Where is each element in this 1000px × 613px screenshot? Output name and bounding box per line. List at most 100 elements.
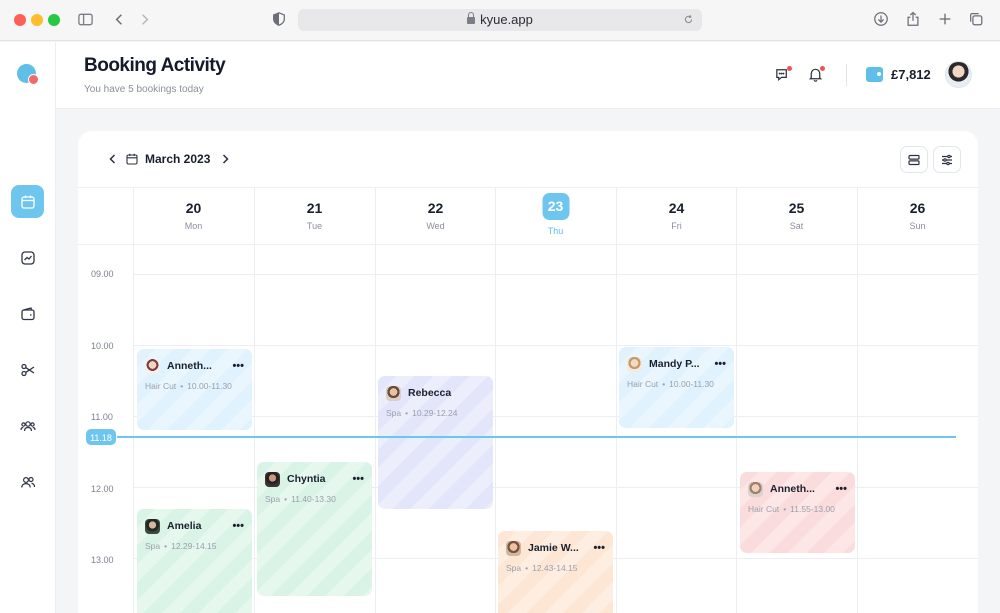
day-header-sat[interactable]: 25 Sat — [736, 188, 857, 246]
page-subtitle: You have 5 bookings today — [84, 84, 204, 95]
client-name: Anneth... — [770, 483, 815, 495]
nav-staff[interactable] — [11, 465, 44, 498]
time-label: 12.00 — [91, 484, 114, 494]
next-month-icon[interactable] — [218, 152, 232, 166]
minimize-window-button[interactable] — [31, 14, 43, 26]
booking-card[interactable]: Anneth... ••• Hair Cut • 11.55-13.00 — [740, 472, 855, 553]
app-logo[interactable] — [17, 64, 39, 85]
day-header-mon[interactable]: 20 Mon — [133, 188, 254, 246]
separator: • — [662, 379, 666, 389]
grid-column-line — [616, 187, 617, 613]
time-label: 09.00 — [91, 269, 114, 279]
client-name: Mandy P... — [649, 358, 700, 370]
sidebar-toggle-icon[interactable] — [76, 11, 94, 29]
messages-button[interactable] — [774, 66, 792, 84]
grid-column-line — [857, 187, 858, 613]
nav-analytics[interactable] — [11, 241, 44, 274]
booking-time: 10.00-11.30 — [187, 381, 232, 391]
booking-time: 10.29-12.24 — [412, 408, 458, 418]
client-avatar — [748, 481, 763, 497]
client-avatar — [145, 518, 160, 534]
calendar-card: March 2023 20 Mon 21 Tue 22 Wed 23 Thu 2… — [78, 131, 978, 613]
wallet-balance[interactable]: £7,812 — [891, 67, 931, 82]
more-options-icon[interactable]: ••• — [593, 543, 605, 554]
calendar-small-icon — [126, 153, 138, 165]
more-options-icon[interactable]: ••• — [232, 521, 244, 532]
time-label: 10.00 — [91, 341, 114, 351]
grid-column-line — [495, 187, 496, 613]
service-type: Spa — [145, 541, 161, 551]
reload-icon[interactable] — [683, 9, 694, 32]
nav-wallet[interactable] — [11, 297, 44, 330]
booking-card[interactable]: Anneth... ••• Hair Cut • 10.00-11.30 — [137, 349, 252, 430]
booking-card[interactable]: Mandy P... ••• Hair Cut • 10.00-11.30 — [619, 347, 734, 428]
client-avatar — [627, 356, 642, 372]
client-avatar — [265, 471, 280, 487]
separator: • — [164, 541, 168, 551]
sliders-icon — [942, 154, 952, 165]
wallet-balance-icon — [866, 67, 883, 82]
group-icon — [19, 420, 36, 431]
grid-hour-line — [133, 274, 978, 275]
close-window-button[interactable] — [14, 14, 26, 26]
header-divider — [846, 64, 847, 86]
day-name: Sat — [789, 221, 804, 231]
separator: • — [284, 494, 288, 504]
view-toggle-button[interactable] — [900, 146, 928, 173]
maximize-window-button[interactable] — [48, 14, 60, 26]
forward-icon[interactable] — [135, 11, 153, 29]
prev-month-icon[interactable] — [106, 152, 120, 166]
new-tab-icon[interactable] — [936, 11, 954, 29]
more-options-icon[interactable]: ••• — [714, 359, 726, 370]
filter-button[interactable] — [933, 146, 961, 173]
month-label[interactable]: March 2023 — [145, 152, 210, 166]
wallet-icon — [20, 306, 35, 320]
address-bar[interactable]: kyue.app — [298, 9, 702, 31]
day-header-wed[interactable]: 22 Wed — [375, 188, 496, 246]
day-name: Tue — [306, 221, 323, 231]
calendar-grid[interactable]: 09.00 10.00 11.00 12.00 13.00 Anneth... … — [78, 187, 978, 613]
separator: • — [525, 563, 529, 573]
booking-card[interactable]: Rebecca Spa • 10.29-12.24 — [378, 376, 493, 509]
day-header-fri[interactable]: 24 Fri — [616, 188, 737, 246]
share-icon[interactable] — [904, 11, 922, 29]
more-options-icon[interactable]: ••• — [232, 361, 244, 372]
client-name: Jamie W... — [528, 542, 579, 554]
nav-customers[interactable] — [11, 409, 44, 442]
nav-services[interactable] — [11, 353, 44, 386]
calendar-icon — [20, 195, 35, 209]
download-icon[interactable] — [872, 11, 890, 29]
grid-column-line — [375, 187, 376, 613]
tab-overview-icon[interactable] — [967, 11, 985, 29]
grid-hour-line — [133, 345, 978, 346]
service-type: Spa — [265, 494, 281, 504]
day-header-tue[interactable]: 21 Tue — [254, 188, 375, 246]
booking-card[interactable]: Jamie W... ••• Spa • 12.43-14.15 — [498, 531, 613, 613]
month-navigation: March 2023 — [106, 151, 232, 167]
client-avatar — [145, 358, 160, 374]
client-avatar — [386, 385, 401, 401]
booking-card[interactable]: Chyntia ••• Spa • 11.40-13.30 — [257, 462, 372, 596]
grid-column-line — [254, 187, 255, 613]
time-label: 13.00 — [91, 555, 114, 565]
more-options-icon[interactable]: ••• — [352, 474, 364, 485]
user-avatar[interactable] — [945, 61, 972, 88]
current-time-badge: 11.18 — [85, 428, 117, 446]
back-icon[interactable] — [110, 11, 128, 29]
separator: • — [783, 504, 787, 514]
separator: • — [180, 381, 184, 391]
privacy-shield-icon[interactable] — [270, 11, 288, 29]
sidebar — [0, 42, 56, 613]
more-options-icon[interactable]: ••• — [835, 484, 847, 495]
nav-calendar[interactable] — [11, 185, 44, 218]
day-header-sun[interactable]: 26 Sun — [857, 188, 978, 246]
day-header-thu[interactable]: 23 Thu — [495, 188, 616, 246]
current-time-line — [116, 436, 956, 438]
booking-card[interactable]: Amelia ••• Spa • 12.29-14.15 — [137, 509, 252, 613]
notifications-button[interactable] — [807, 66, 825, 84]
week-header: 20 Mon 21 Tue 22 Wed 23 Thu 24 Fri 25 Sa… — [78, 187, 978, 245]
client-name: Chyntia — [287, 473, 326, 485]
service-type: Hair Cut — [145, 381, 177, 391]
scissors-icon — [20, 363, 34, 376]
service-type: Hair Cut — [627, 379, 659, 389]
